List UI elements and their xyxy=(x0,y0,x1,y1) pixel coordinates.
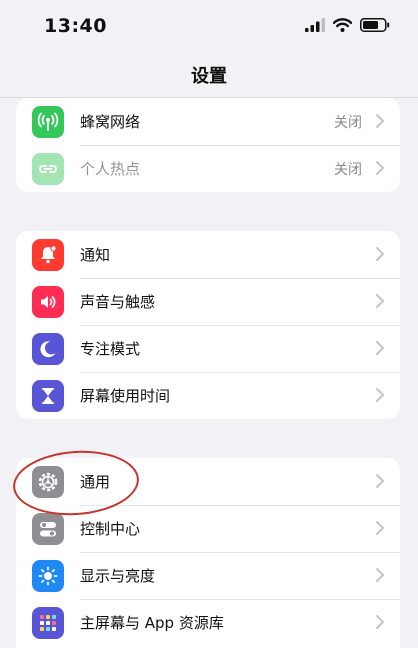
row-label: 通用 xyxy=(80,473,111,491)
sun-icon xyxy=(32,560,64,592)
moon-icon xyxy=(32,333,64,365)
chevron-right-icon xyxy=(376,474,384,488)
notifications-group: 通知 声音与触感 专注模式 屏幕使用时间 xyxy=(16,231,400,419)
antenna-icon xyxy=(32,106,64,138)
row-label: 声音与触感 xyxy=(80,293,156,311)
system-group: 通用 控制中心 显示与亮度 主屏幕与 App 资源库 xyxy=(16,458,400,648)
chevron-right-icon xyxy=(376,247,384,261)
row-value: 关闭 xyxy=(334,161,362,178)
chevron-right-icon xyxy=(376,114,384,128)
status-icons xyxy=(305,18,390,32)
row-label: 显示与亮度 xyxy=(80,567,156,585)
settings-row-general[interactable]: 通用 xyxy=(16,458,400,505)
settings-row-sounds[interactable]: 声音与触感 xyxy=(16,278,400,325)
settings-row-home-screen[interactable]: 主屏幕与 App 资源库 xyxy=(16,599,400,646)
chevron-right-icon xyxy=(376,341,384,355)
row-label: 专注模式 xyxy=(80,340,141,358)
status-time: 13:40 xyxy=(44,15,107,37)
chevron-right-icon xyxy=(376,615,384,629)
chevron-right-icon xyxy=(376,568,384,582)
chevron-right-icon xyxy=(376,521,384,535)
row-value: 关闭 xyxy=(334,114,362,131)
home-grid-icon xyxy=(32,607,64,639)
gear-icon xyxy=(32,466,64,498)
connectivity-group: 蜂窝网络 关闭 个人热点 关闭 xyxy=(16,98,400,192)
row-label: 个人热点 xyxy=(80,160,141,178)
row-label: 屏幕使用时间 xyxy=(80,387,171,405)
hourglass-icon xyxy=(32,380,64,412)
settings-row-cellular[interactable]: 蜂窝网络 关闭 xyxy=(16,98,400,145)
status-bar: 13:40 xyxy=(0,0,418,52)
cellular-signal-icon xyxy=(305,18,325,32)
settings-row-display[interactable]: 显示与亮度 xyxy=(16,552,400,599)
chevron-right-icon xyxy=(376,161,384,175)
wifi-icon xyxy=(333,18,352,32)
bell-icon xyxy=(32,239,64,271)
hotspot-icon xyxy=(32,153,64,185)
battery-icon xyxy=(360,18,390,32)
row-label: 蜂窝网络 xyxy=(80,113,141,131)
row-label: 控制中心 xyxy=(80,520,141,538)
page-title: 设置 xyxy=(191,66,227,87)
row-label: 通知 xyxy=(80,246,111,264)
chevron-right-icon xyxy=(376,294,384,308)
settings-row-hotspot[interactable]: 个人热点 关闭 xyxy=(16,145,400,192)
settings-row-control-center[interactable]: 控制中心 xyxy=(16,505,400,552)
settings-row-focus[interactable]: 专注模式 xyxy=(16,325,400,372)
toggles-icon xyxy=(32,513,64,545)
settings-row-notifications[interactable]: 通知 xyxy=(16,231,400,278)
chevron-right-icon xyxy=(376,388,384,402)
settings-row-screen-time[interactable]: 屏幕使用时间 xyxy=(16,372,400,419)
speaker-icon xyxy=(32,286,64,318)
